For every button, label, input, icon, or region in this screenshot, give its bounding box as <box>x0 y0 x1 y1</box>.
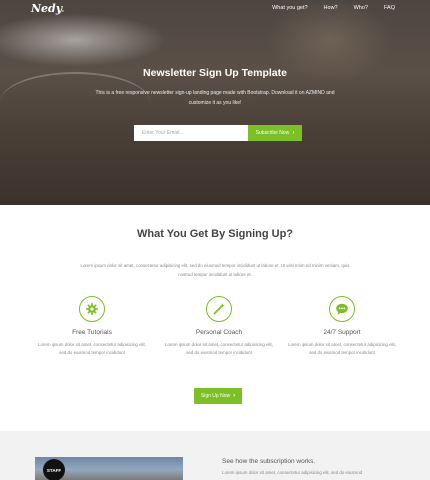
nav-link-faq[interactable]: FAQ <box>384 5 395 11</box>
how-title: See how the subscription works. <box>222 458 316 465</box>
feature-title: 24/7 Support <box>323 329 361 336</box>
feature-description: Lorem ipsum dolor sit amet, consectetur … <box>165 342 273 355</box>
features-intro: Lorem ipsum dolor sit amet, consectetur … <box>80 263 350 277</box>
email-input[interactable] <box>134 125 248 141</box>
logo-dot: . <box>60 2 65 15</box>
nav-link-how[interactable]: How? <box>324 5 338 11</box>
chevron-right-icon: › <box>292 130 295 136</box>
nav-links: What you get? How? Who? FAQ <box>272 5 395 11</box>
feature-description: Lorem ipsum dolor sit amet, consectetur … <box>288 342 396 355</box>
magic-wand-icon <box>206 296 232 322</box>
how-text: Lorem ipsum dolor sit amet, consectetur … <box>222 470 363 475</box>
feature-personal-coach: Personal Coach Lorem ipsum dolor sit ame… <box>164 296 274 357</box>
feature-title: Free Tutorials <box>72 329 112 336</box>
feature-title: Personal Coach <box>195 329 243 336</box>
hero-title: Newsletter Sign Up Template <box>143 67 287 79</box>
subscribe-button[interactable]: Subscribe Now › <box>248 125 302 141</box>
chat-bubble-icon <box>329 296 355 322</box>
sign-up-now-label: Sign Up Now <box>200 393 231 399</box>
gear-icon <box>79 296 105 322</box>
subscribe-button-label: Subscribe Now <box>255 130 290 136</box>
staff-badge: STAFF <box>43 459 65 480</box>
sign-up-now-button[interactable]: Sign Up Now › <box>194 388 242 404</box>
features-title: What You Get By Signing Up? <box>136 228 294 240</box>
nav-link-who[interactable]: Who? <box>354 5 368 11</box>
signup-form: Subscribe Now › <box>134 125 302 141</box>
nav-link-what-you-get[interactable]: What you get? <box>272 5 307 11</box>
feature-free-tutorials: Free Tutorials Lorem ipsum dolor sit ame… <box>37 296 147 357</box>
feature-support: 24/7 Support Lorem ipsum dolor sit amet,… <box>287 296 397 357</box>
subscription-photo: STAFF <box>35 457 183 480</box>
brand-logo[interactable]: Nedy. <box>31 2 65 15</box>
feature-description: Lorem ipsum dolor sit amet, consectetur … <box>38 342 146 355</box>
logo-text: Nedy <box>31 2 61 15</box>
hero-subtitle: This is a free responsive newsletter sig… <box>95 90 335 106</box>
chevron-right-icon: › <box>233 393 236 399</box>
hero-section: Nedy. What you get? How? Who? FAQ Newsle… <box>0 0 430 205</box>
top-navbar: Nedy. What you get? How? Who? FAQ <box>0 0 430 16</box>
